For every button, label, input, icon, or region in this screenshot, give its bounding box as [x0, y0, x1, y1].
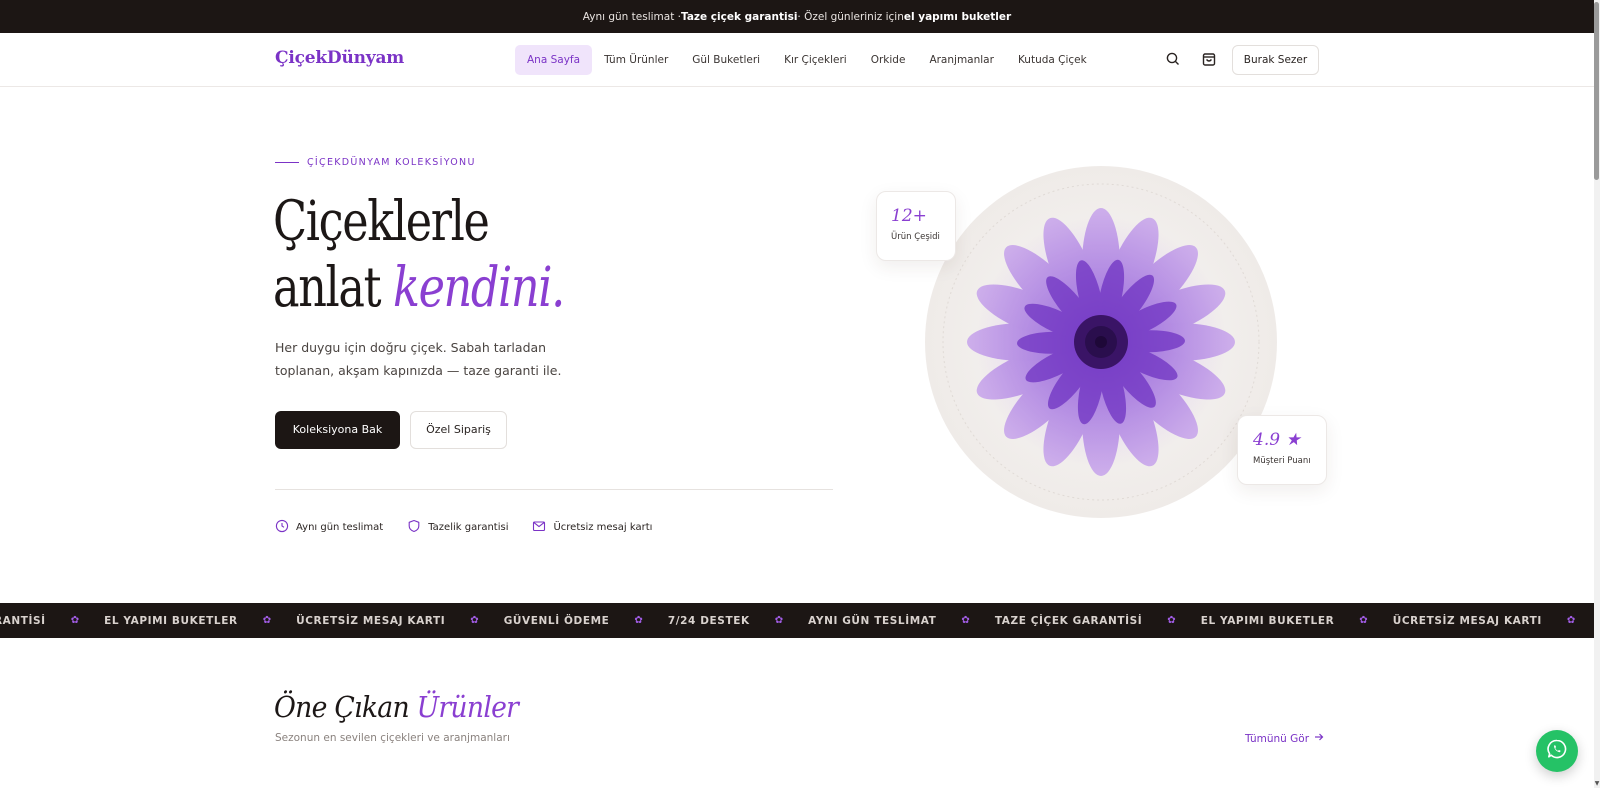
feature-same-day: Aynı gün teslimat: [275, 519, 383, 536]
search-icon[interactable]: [1164, 50, 1182, 68]
marquee-item: GÜVENLİ ÖDEME: [503, 614, 610, 627]
announcement-bold-2: el yapımı buketler: [903, 10, 1012, 23]
nav-item-kir-cicekleri[interactable]: Kır Çiçekleri: [772, 45, 859, 75]
hero-title-accent: kendini.: [392, 255, 565, 319]
feature-label: Aynı gün teslimat: [296, 522, 384, 533]
see-all-label: Tümünü Gör: [1245, 732, 1310, 745]
featured-title-plain: Öne Çıkan: [274, 690, 417, 724]
feature-marquee: GARANTİSİ ✿ EL YAPIMI BUKETLER ✿ ÜCRETSİZ ME…: [0, 603, 1594, 638]
scroll-down-arrow-icon[interactable]: ▼: [1594, 780, 1600, 788]
nav-item-ana-sayfa[interactable]: Ana Sayfa: [515, 45, 593, 75]
marquee-separator-icon: ✿: [774, 615, 784, 626]
hero-title: Çiçeklerle anlat kendini.: [273, 188, 565, 320]
nav-item-gul-buketleri[interactable]: Gül Buketleri: [680, 45, 772, 75]
marquee-item: EL YAPIMI BUKETLER: [104, 614, 238, 627]
feature-freshness: Tazelik garantisi: [407, 519, 508, 536]
whatsapp-button[interactable]: [1536, 730, 1578, 772]
see-all-link[interactable]: Tümünü Gör: [1245, 732, 1324, 745]
marquee-separator-icon: ✿: [470, 615, 479, 626]
marquee-item: AYNI GÜN TESLİMAT: [808, 614, 937, 627]
main-nav: Ana Sayfa Tüm Ürünler Gül Buketleri Kır …: [515, 45, 1099, 75]
marquee-item: TAZE ÇİÇEK GARANTİSİ: [994, 614, 1143, 627]
arrow-right-icon: [1314, 732, 1324, 745]
nav-item-tum-urunler[interactable]: Tüm Ürünler: [592, 45, 680, 75]
hero-title-plain: anlat: [273, 255, 393, 319]
marquee-separator-icon: ✿: [634, 615, 643, 626]
eyebrow-text: ÇİÇEKDÜNYAM KOLEKSİYONU: [307, 157, 476, 168]
marquee-separator-icon: ✿: [961, 615, 970, 626]
custom-order-button[interactable]: Özel Sipariş: [410, 411, 507, 449]
featured-subtitle: Sezonun en sevilen çiçekleri ve aranjman…: [275, 732, 510, 744]
hero-features: Aynı gün teslimat Tazelik garantisi Ücre…: [275, 519, 652, 536]
hero-title-line1: Çiçeklerle: [273, 189, 490, 253]
site-header: ÇiçekDünyam Ana Sayfa Tüm Ürünler Gül Bu…: [0, 33, 1594, 87]
marquee-separator-icon: ✿: [262, 615, 272, 626]
marquee-separator-icon: ✿: [1566, 615, 1576, 626]
cart-icon[interactable]: [1200, 50, 1218, 68]
announcement-bar: Aynı gün teslimat · Taze çiçek garantisi…: [0, 0, 1594, 33]
marquee-item: ÜCRETSİZ MESAJ KARTI: [296, 614, 446, 627]
marquee-separator-icon: ✿: [70, 615, 80, 626]
eyebrow-line: [275, 162, 299, 163]
hero-eyebrow: ÇİÇEKDÜNYAM KOLEKSİYONU: [275, 157, 476, 168]
hero-divider: [275, 489, 833, 490]
feature-label: Ücretsiz mesaj kartı: [553, 522, 653, 533]
marquee-separator-icon: ✿: [1167, 615, 1176, 626]
stat-value: 12+: [891, 206, 927, 226]
scrollbar-thumb[interactable]: [1594, 2, 1599, 180]
nav-item-kutuda-cicek[interactable]: Kutuda Çiçek: [1006, 45, 1099, 75]
marquee-track: GARANTİSİ ✿ EL YAPIMI BUKETLER ✿ ÜCRETSİZ ME…: [0, 603, 1594, 638]
logo[interactable]: ÇiçekDünyam: [275, 48, 404, 68]
page-scrollbar[interactable]: ▼: [1594, 0, 1600, 788]
feature-message-card: Ücretsiz mesaj kartı: [532, 519, 652, 536]
marquee-item: ÜCRETSİZ MESAJ KARTI: [1392, 614, 1542, 627]
stat-card-rating: 4.9 ★ Müşteri Puanı: [1237, 415, 1327, 485]
marquee-item: EL YAPIMI BUKETLER: [1200, 614, 1335, 627]
marquee-item: GARANTİSİ: [0, 614, 46, 627]
announcement-text-2: · Özel günleriniz için: [797, 10, 904, 23]
announcement-text-1: Aynı gün teslimat ·: [582, 10, 682, 23]
featured-title-accent: Ürünler: [416, 690, 519, 724]
shield-icon: [407, 519, 421, 536]
featured-title: Öne Çıkan Ürünler: [274, 690, 519, 724]
hero-title-line2: anlat kendini.: [273, 254, 565, 320]
nav-item-aranjmanlar[interactable]: Aranjmanlar: [917, 45, 1006, 75]
hero-flower-illustration: [924, 165, 1278, 519]
whatsapp-icon: [1546, 738, 1568, 764]
marquee-separator-icon: ✿: [1359, 615, 1368, 626]
marquee-item: 7/24 DESTEK: [667, 614, 750, 627]
nav-item-orkide[interactable]: Orkide: [859, 45, 918, 75]
stat-label: Müşteri Puanı: [1253, 456, 1311, 466]
mail-icon: [532, 519, 546, 536]
hero-description: Her duygu için doğru çiçek. Sabah tarlad…: [275, 340, 562, 378]
clock-icon: [275, 519, 289, 536]
stat-card-products: 12+ Ürün Çeşidi: [876, 191, 956, 261]
collection-button[interactable]: Koleksiyona Bak: [275, 411, 400, 449]
feature-label: Tazelik garantisi: [428, 522, 509, 533]
stat-value: 4.9 ★: [1253, 430, 1301, 450]
stat-label: Ürün Çeşidi: [891, 232, 940, 242]
user-account-button[interactable]: Burak Sezer: [1232, 45, 1319, 75]
announcement-bold-1: Taze çiçek garantisi: [681, 10, 798, 23]
